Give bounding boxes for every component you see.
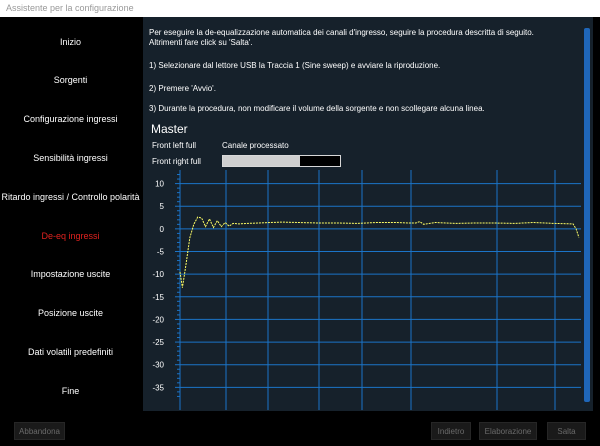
process-button[interactable]: Elaborazione bbox=[479, 422, 537, 440]
sidebar-item-sensibilita-ingressi[interactable]: Sensibilità ingressi bbox=[0, 150, 141, 166]
intro-text-line1: Per eseguire la de-equalizzazione automa… bbox=[149, 28, 534, 37]
sidebar-item-sorgenti[interactable]: Sorgenti bbox=[0, 72, 141, 88]
abort-button[interactable]: Abbandona bbox=[14, 422, 65, 440]
response-chart: 10 5 0 -5 -10 -15 -20 -25 -30 -35 bbox=[152, 170, 581, 410]
sidebar-item-impostazione-uscite[interactable]: Impostazione uscite bbox=[0, 266, 141, 282]
content-panel: Per eseguire la de-equalizzazione automa… bbox=[143, 17, 593, 411]
master-section-title: Master bbox=[151, 122, 188, 136]
intro-text-line2: Altrimenti fare click su 'Salta'. bbox=[149, 38, 253, 47]
sidebar-item-inizio[interactable]: Inizio bbox=[0, 34, 141, 50]
window-title: Assistente per la configurazione bbox=[0, 0, 600, 17]
sidebar-item-de-eq-ingressi[interactable]: De-eq ingressi bbox=[0, 228, 141, 244]
instruction-step2: 2) Premere 'Avvio'. bbox=[149, 84, 216, 93]
y-tick-label: -20 bbox=[152, 315, 164, 324]
sidebar-item-dati-volatili[interactable]: Dati volatili predefiniti bbox=[0, 344, 141, 360]
y-tick-label: 0 bbox=[160, 225, 165, 234]
processing-progress-bar bbox=[222, 155, 341, 167]
processed-channel-label: Canale processato bbox=[222, 141, 289, 150]
vertical-scrollbar[interactable] bbox=[584, 28, 590, 402]
y-tick-label: -30 bbox=[152, 361, 164, 370]
channel-front-right-label: Front right full bbox=[152, 157, 201, 166]
sidebar-item-configurazione-ingressi[interactable]: Configurazione ingressi bbox=[0, 111, 141, 127]
y-tick-label: 5 bbox=[160, 202, 165, 211]
instruction-step3: 3) Durante la procedura, non modificare … bbox=[149, 104, 485, 113]
wizard-sidebar: Inizio Sorgenti Configurazione ingressi … bbox=[0, 17, 141, 420]
sidebar-item-posizione-uscite[interactable]: Posizione uscite bbox=[0, 305, 141, 321]
y-tick-label: -25 bbox=[152, 338, 164, 347]
y-tick-label: -35 bbox=[152, 383, 164, 392]
channel-front-left-label: Front left full bbox=[152, 141, 197, 150]
y-tick-label: -15 bbox=[152, 293, 164, 302]
instruction-step1: 1) Selezionare dal lettore USB la Tracci… bbox=[149, 61, 441, 70]
back-button[interactable]: Indietro bbox=[431, 422, 471, 440]
sidebar-item-fine[interactable]: Fine bbox=[0, 383, 141, 399]
y-tick-label: 10 bbox=[155, 180, 164, 189]
skip-button[interactable]: Salta bbox=[547, 422, 586, 440]
series-line bbox=[179, 216, 580, 288]
sidebar-item-ritardo-ingressi[interactable]: Ritardo ingressi / Controllo polarità bbox=[0, 189, 141, 205]
y-tick-label: -5 bbox=[157, 248, 165, 257]
progress-fill bbox=[223, 156, 301, 166]
y-tick-label: -10 bbox=[152, 270, 164, 279]
